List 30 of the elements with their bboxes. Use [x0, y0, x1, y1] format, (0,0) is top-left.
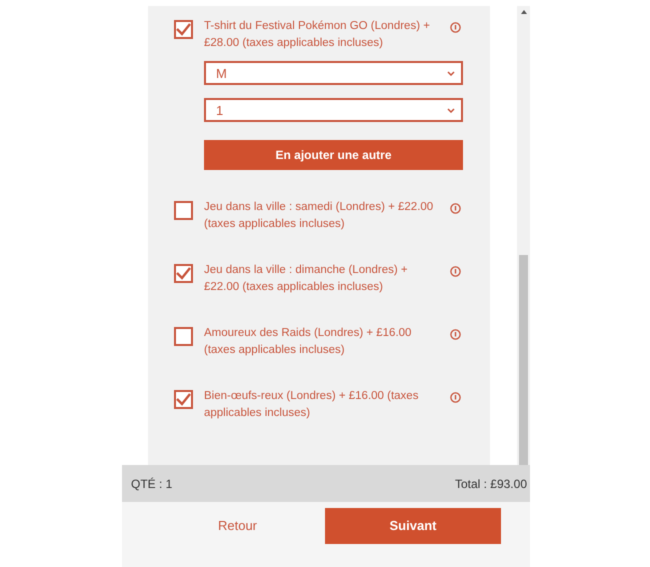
checkbox[interactable]: [174, 327, 193, 346]
back-button[interactable]: Retour: [201, 514, 274, 537]
checkbox[interactable]: [174, 390, 193, 409]
info-icon[interactable]: [450, 266, 461, 277]
option-label: T-shirt du Festival Pokémon GO (Londres) + £28.00 (taxes applicables incluses): [204, 19, 431, 51]
info-icon[interactable]: [450, 392, 461, 403]
quantity-text: QTÉ : 1: [131, 476, 172, 490]
scrollbar-thumb[interactable]: [519, 255, 528, 465]
total-text: Total : £93.00: [454, 476, 527, 490]
chevron-down-icon: [447, 108, 455, 112]
scrollbar[interactable]: [517, 6, 530, 465]
scroll-up-icon[interactable]: [520, 10, 526, 14]
info-icon[interactable]: [450, 329, 461, 340]
info-icon[interactable]: [450, 22, 461, 33]
checkmark-icon: [176, 267, 191, 280]
info-icon[interactable]: [450, 203, 461, 214]
checkmark-icon: [176, 393, 191, 406]
option-label: Bien-œufs-reux (Londres) + £16.00 (taxes applicables incluses): [204, 389, 420, 421]
checkbox[interactable]: [174, 264, 193, 283]
next-button[interactable]: Suivant: [325, 508, 501, 544]
option-label: Amoureux des Raids (Londres) + £16.00 (taxes applicables incluses): [204, 326, 412, 358]
checkbox[interactable]: [174, 20, 193, 39]
dropdown[interactable]: M: [204, 61, 463, 85]
option-label: Jeu dans la ville : samedi (Londres) + £22.00 (taxes applicables incluses): [204, 200, 434, 232]
chevron-down-icon: [447, 70, 455, 76]
checkbox[interactable]: [174, 201, 193, 220]
add-another-button[interactable]: En ajouter une autre: [204, 140, 463, 170]
dropdown[interactable]: 1: [204, 98, 463, 122]
option-label: Jeu dans la ville : dimanche (Londres) + £22.00 (taxes applicables incluses): [204, 263, 409, 295]
checkmark-icon: [176, 23, 191, 36]
